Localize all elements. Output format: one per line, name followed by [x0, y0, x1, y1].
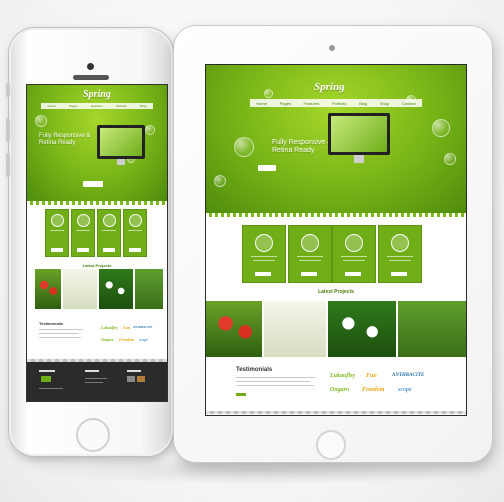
site-logo[interactable]: Spring [83, 89, 111, 100]
phone-testimonials: Testimonials Lukaufley Fun ANTHRACITE On… [27, 313, 167, 359]
tablet-features [206, 217, 466, 297]
phone-camera-icon [87, 63, 94, 70]
brand-logo: scope [398, 387, 412, 393]
brand-logo: Freedom [362, 387, 385, 393]
main-nav: Home Pages Features Portfolio Blog [41, 103, 153, 109]
hero-heading: Fully Responsive & Retina Ready [39, 133, 90, 147]
phone-website: Spring Home Pages Features Portfolio Blo… [27, 85, 167, 401]
nav-item-shop[interactable]: Shop [380, 101, 389, 106]
project-thumb-flowers[interactable] [206, 301, 262, 357]
brand-logo: Freedom [119, 337, 134, 342]
nav-item-blog[interactable]: Blog [140, 104, 146, 108]
bubble [145, 125, 155, 135]
brand-logo: Lukaufley [330, 373, 356, 379]
nav-item-features[interactable]: Features [304, 101, 320, 106]
project-thumb-huts[interactable] [99, 269, 133, 309]
monitor-stand [354, 155, 364, 163]
brand-logo: Lukaufley [101, 325, 118, 330]
bubble [432, 119, 450, 137]
phone-hero: Spring Home Pages Features Portfolio Blo… [27, 85, 167, 201]
nav-item-blog[interactable]: Blog [359, 101, 367, 106]
brand-logo: ANTHRACITE [133, 325, 153, 329]
hero-heading-line2: Retina Ready [39, 140, 76, 147]
feature-card[interactable] [332, 225, 376, 283]
phone-mute-switch [6, 83, 10, 97]
project-thumb-field[interactable] [398, 301, 466, 357]
feature-card[interactable] [123, 209, 147, 257]
nav-item-pages[interactable]: Pages [69, 104, 78, 108]
nav-item-features[interactable]: Features [91, 104, 103, 108]
monitor-stand [117, 159, 125, 165]
feature-card[interactable] [45, 209, 69, 257]
latest-projects-title: Latest Projects [318, 289, 354, 295]
site-logo[interactable]: Spring [314, 81, 345, 93]
phone-screen: Spring Home Pages Features Portfolio Blo… [26, 84, 168, 402]
bubble [444, 153, 456, 165]
brand-logo: Ongaro [330, 387, 350, 393]
bubble [264, 89, 273, 98]
testimonials-title: Testimonials [236, 367, 273, 373]
testimonials-title: Testimonials [39, 321, 64, 326]
phone-volume-up [6, 118, 10, 142]
nav-item-home[interactable]: Home [256, 101, 267, 106]
phone-home-button[interactable] [76, 418, 110, 452]
footer-stripes [206, 411, 466, 414]
tablet-hero: Spring Home Pages Features Portfolio Blo… [206, 65, 466, 213]
hero-heading-line2: Retina Ready [272, 147, 315, 155]
tablet-home-button[interactable] [316, 430, 346, 460]
latest-projects-title: Latest Projects [82, 263, 112, 268]
hero-button[interactable] [258, 165, 276, 171]
monitor-image [97, 125, 145, 159]
main-nav: Home Pages Features Portfolio Blog Shop … [250, 99, 422, 107]
brand-logo: scope [139, 337, 149, 342]
project-thumb-huts[interactable] [328, 301, 396, 357]
testimonial-more[interactable] [236, 393, 246, 396]
feature-card[interactable] [97, 209, 121, 257]
bubble [214, 175, 226, 187]
nav-item-portfolio[interactable]: Portfolio [116, 104, 127, 108]
feature-card[interactable] [288, 225, 332, 283]
brand-logo: ANTHRACITE [392, 373, 425, 378]
project-thumb-bike[interactable] [63, 269, 97, 309]
brand-logo: Ongaro [101, 337, 114, 342]
bubble [35, 115, 47, 127]
phone-volume-down [6, 153, 10, 177]
feature-card[interactable] [71, 209, 95, 257]
brand-logo: Fun [366, 373, 377, 379]
project-thumb-field[interactable] [135, 269, 163, 309]
nav-item-pages[interactable]: Pages [280, 101, 291, 106]
feature-card[interactable] [242, 225, 286, 283]
project-thumb-bike[interactable] [264, 301, 326, 357]
tablet-screen: Spring Home Pages Features Portfolio Blo… [205, 64, 467, 416]
tablet-website: Spring Home Pages Features Portfolio Blo… [206, 65, 466, 415]
hero-heading: Fully Responsive & Retina Ready [272, 139, 332, 156]
tablet-camera-icon [329, 45, 335, 51]
brand-logo: Fun [123, 325, 131, 330]
monitor-image [328, 113, 390, 155]
phone-footer [27, 362, 167, 401]
bubble [234, 137, 254, 157]
phone-speaker [73, 75, 109, 80]
tablet-testimonials: Testimonials Lukaufley Fun ANTHRACITE On… [206, 361, 466, 411]
feature-card[interactable] [378, 225, 422, 283]
hero-button[interactable] [83, 181, 103, 187]
project-thumb-flowers[interactable] [35, 269, 61, 309]
nav-item-contact[interactable]: Contact [402, 101, 416, 106]
nav-item-home[interactable]: Home [48, 104, 56, 108]
nav-item-portfolio[interactable]: Portfolio [332, 101, 347, 106]
phone-features [27, 205, 167, 263]
